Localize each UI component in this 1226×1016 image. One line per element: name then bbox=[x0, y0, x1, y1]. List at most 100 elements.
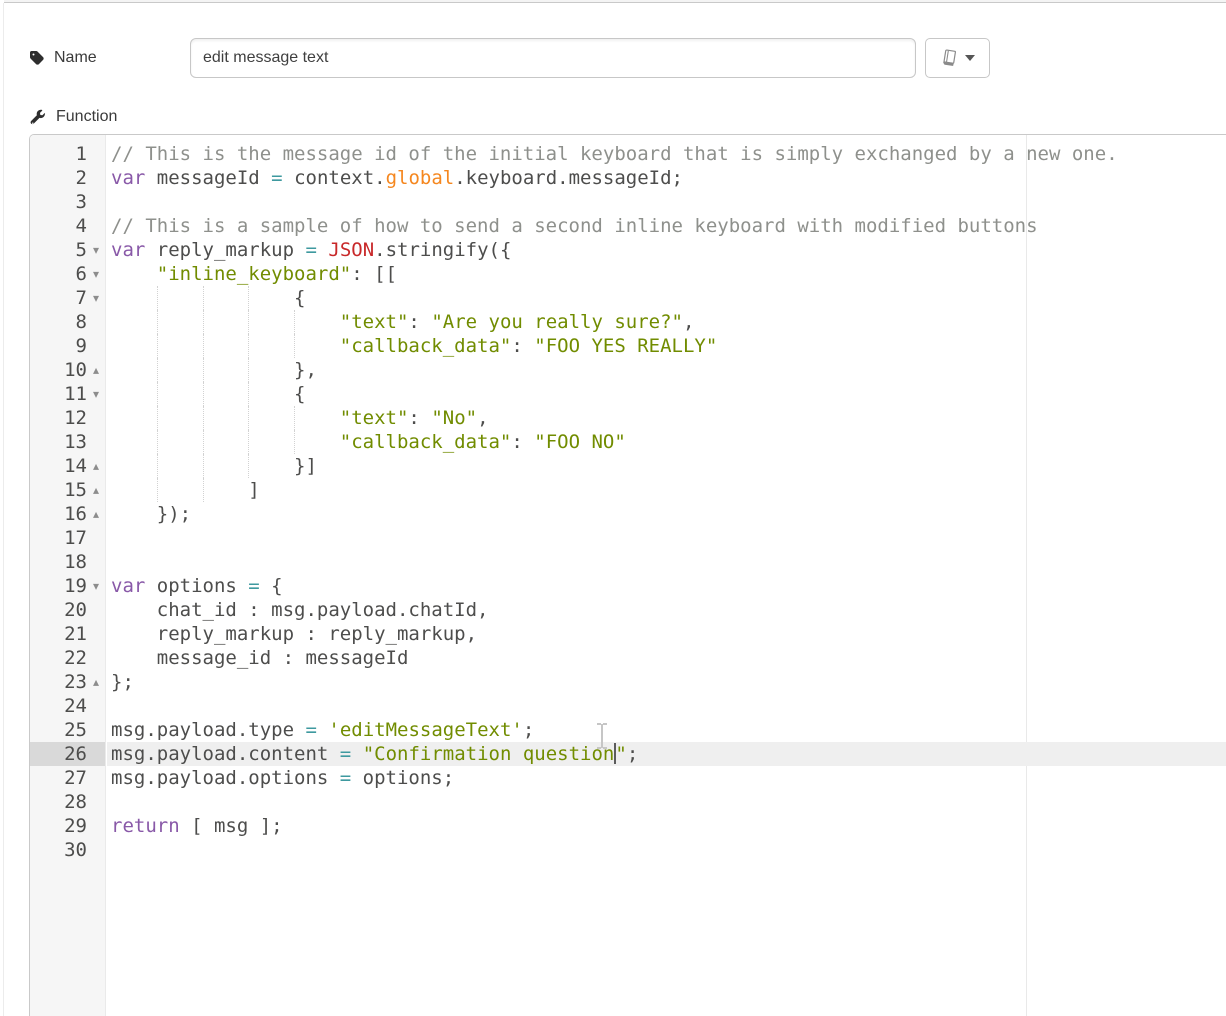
code-line[interactable]: "text": "No", bbox=[107, 406, 1226, 430]
code-line[interactable]: "text": "Are you really sure?", bbox=[107, 310, 1226, 334]
fold-up-icon[interactable]: ▴ bbox=[89, 358, 103, 382]
indent-guide bbox=[157, 478, 158, 502]
gutter-line-number: 20 bbox=[30, 598, 105, 622]
code-line[interactable]: }] bbox=[107, 454, 1226, 478]
code-token: "callback_data" bbox=[340, 335, 512, 357]
fold-down-icon[interactable]: ▾ bbox=[89, 382, 103, 406]
code-line[interactable]: { bbox=[107, 382, 1226, 406]
fold-down-icon[interactable]: ▾ bbox=[89, 574, 103, 598]
code-line[interactable] bbox=[107, 526, 1226, 550]
code-token: = bbox=[305, 239, 316, 261]
code-token: : bbox=[511, 431, 534, 453]
panel-top-edge bbox=[4, 0, 1226, 3]
gutter-line-number: 11▾ bbox=[30, 382, 105, 406]
code-line[interactable]: msg.payload.type = 'editMessageText'; bbox=[107, 718, 1226, 742]
fold-up-icon[interactable]: ▴ bbox=[89, 454, 103, 478]
code-token: }, bbox=[111, 359, 317, 381]
function-code-editor[interactable]: // This is the message id of the initial… bbox=[29, 134, 1226, 1016]
fold-down-icon[interactable]: ▾ bbox=[89, 286, 103, 310]
code-token: "FOO YES REALLY" bbox=[534, 335, 717, 357]
code-token: JSON bbox=[328, 239, 374, 261]
code-token: chat_id : msg.payload.chatId, bbox=[111, 599, 489, 621]
indent-guide bbox=[157, 334, 158, 358]
gutter-line-number: 24 bbox=[30, 694, 105, 718]
code-line[interactable]: }, bbox=[107, 358, 1226, 382]
indent-guide bbox=[203, 286, 204, 310]
code-token: = bbox=[248, 575, 259, 597]
code-token: msg.payload.content bbox=[111, 743, 340, 765]
code-token: { bbox=[111, 287, 305, 309]
gutter-line-number: 30 bbox=[30, 838, 105, 862]
code-line[interactable]: var reply_markup = JSON.stringify({ bbox=[107, 238, 1226, 262]
name-input[interactable] bbox=[190, 38, 916, 78]
fold-up-icon[interactable]: ▴ bbox=[89, 502, 103, 526]
code-token: 'editMessageText' bbox=[328, 719, 522, 741]
code-line[interactable] bbox=[107, 838, 1226, 862]
code-token: global bbox=[386, 167, 455, 189]
code-token: var bbox=[111, 575, 145, 597]
code-token: ; bbox=[523, 719, 534, 741]
code-line[interactable] bbox=[107, 190, 1226, 214]
gutter-line-number: 15▴ bbox=[30, 478, 105, 502]
code-token: "callback_data" bbox=[340, 431, 512, 453]
fold-down-icon[interactable]: ▾ bbox=[89, 238, 103, 262]
code-line[interactable]: chat_id : msg.payload.chatId, bbox=[107, 598, 1226, 622]
indent-guide bbox=[157, 358, 158, 382]
code-line[interactable]: "inline_keyboard": [[ bbox=[107, 262, 1226, 286]
code-line[interactable]: var options = { bbox=[107, 574, 1226, 598]
code-token: = bbox=[271, 167, 282, 189]
code-token: "inline_keyboard" bbox=[157, 263, 351, 285]
code-token bbox=[317, 719, 328, 741]
code-line[interactable]: reply_markup : reply_markup, bbox=[107, 622, 1226, 646]
code-line[interactable]: message_id : messageId bbox=[107, 646, 1226, 670]
code-line[interactable]: }; bbox=[107, 670, 1226, 694]
code-line[interactable]: "callback_data": "FOO NO" bbox=[107, 430, 1226, 454]
code-line[interactable]: var messageId = context.global.keyboard.… bbox=[107, 166, 1226, 190]
code-token bbox=[111, 263, 157, 285]
code-token: "Are you really sure?" bbox=[431, 311, 683, 333]
function-label-text: Function bbox=[56, 108, 117, 126]
name-label: Name bbox=[30, 38, 97, 78]
indent-guide bbox=[157, 430, 158, 454]
code-line[interactable]: msg.payload.content = "Confirmation ques… bbox=[107, 742, 1226, 766]
code-line[interactable]: ] bbox=[107, 478, 1226, 502]
code-line[interactable]: }); bbox=[107, 502, 1226, 526]
indent-guide bbox=[248, 358, 249, 382]
code-token: message_id : messageId bbox=[111, 647, 408, 669]
code-line[interactable] bbox=[107, 550, 1226, 574]
indent-guide bbox=[157, 286, 158, 310]
fold-up-icon[interactable]: ▴ bbox=[89, 670, 103, 694]
indent-guide bbox=[157, 454, 158, 478]
code-line[interactable]: { bbox=[107, 286, 1226, 310]
gutter-line-number: 5▾ bbox=[30, 238, 105, 262]
code-line[interactable]: // This is the message id of the initial… bbox=[107, 142, 1226, 166]
indent-guide bbox=[203, 310, 204, 334]
indent-guide bbox=[203, 430, 204, 454]
code-line[interactable] bbox=[107, 694, 1226, 718]
code-line[interactable]: // This is a sample of how to send a sec… bbox=[107, 214, 1226, 238]
code-token: : bbox=[511, 335, 534, 357]
code-token: reply_markup : reply_markup, bbox=[111, 623, 477, 645]
function-label-row: Function bbox=[30, 104, 117, 130]
code-line[interactable] bbox=[107, 790, 1226, 814]
code-token: // This is a sample of how to send a sec… bbox=[111, 215, 1038, 237]
gutter-line-number: 28 bbox=[30, 790, 105, 814]
gutter-line-number: 14▴ bbox=[30, 454, 105, 478]
indent-guide bbox=[294, 310, 295, 334]
fold-down-icon[interactable]: ▾ bbox=[89, 262, 103, 286]
code-line[interactable]: msg.payload.options = options; bbox=[107, 766, 1226, 790]
gutter-line-number: 9 bbox=[30, 334, 105, 358]
code-line[interactable]: return [ msg ]; bbox=[107, 814, 1226, 838]
code-token: }] bbox=[111, 455, 317, 477]
code-line[interactable]: "callback_data": "FOO YES REALLY" bbox=[107, 334, 1226, 358]
gutter-line-number: 8 bbox=[30, 310, 105, 334]
code-token: { bbox=[111, 383, 305, 405]
fold-up-icon[interactable]: ▴ bbox=[89, 478, 103, 502]
code-token: options; bbox=[351, 767, 454, 789]
indent-guide bbox=[157, 406, 158, 430]
indent-guide bbox=[203, 406, 204, 430]
library-button[interactable] bbox=[925, 38, 990, 78]
caret-down-icon bbox=[965, 55, 975, 61]
code-token: ; bbox=[627, 743, 638, 765]
code-area[interactable]: // This is the message id of the initial… bbox=[107, 135, 1226, 1016]
